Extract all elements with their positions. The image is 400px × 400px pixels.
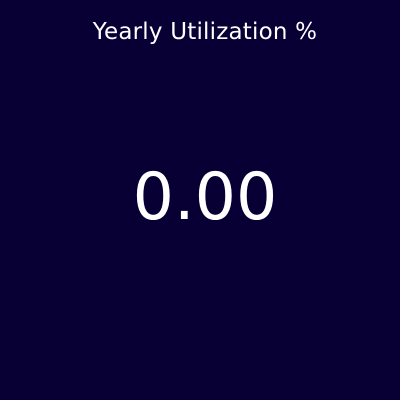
kpi-widget: Yearly Utilization % 0.00	[0, 0, 400, 400]
widget-title: Yearly Utilization %	[92, 19, 318, 45]
kpi-value: 0.00	[132, 160, 278, 235]
